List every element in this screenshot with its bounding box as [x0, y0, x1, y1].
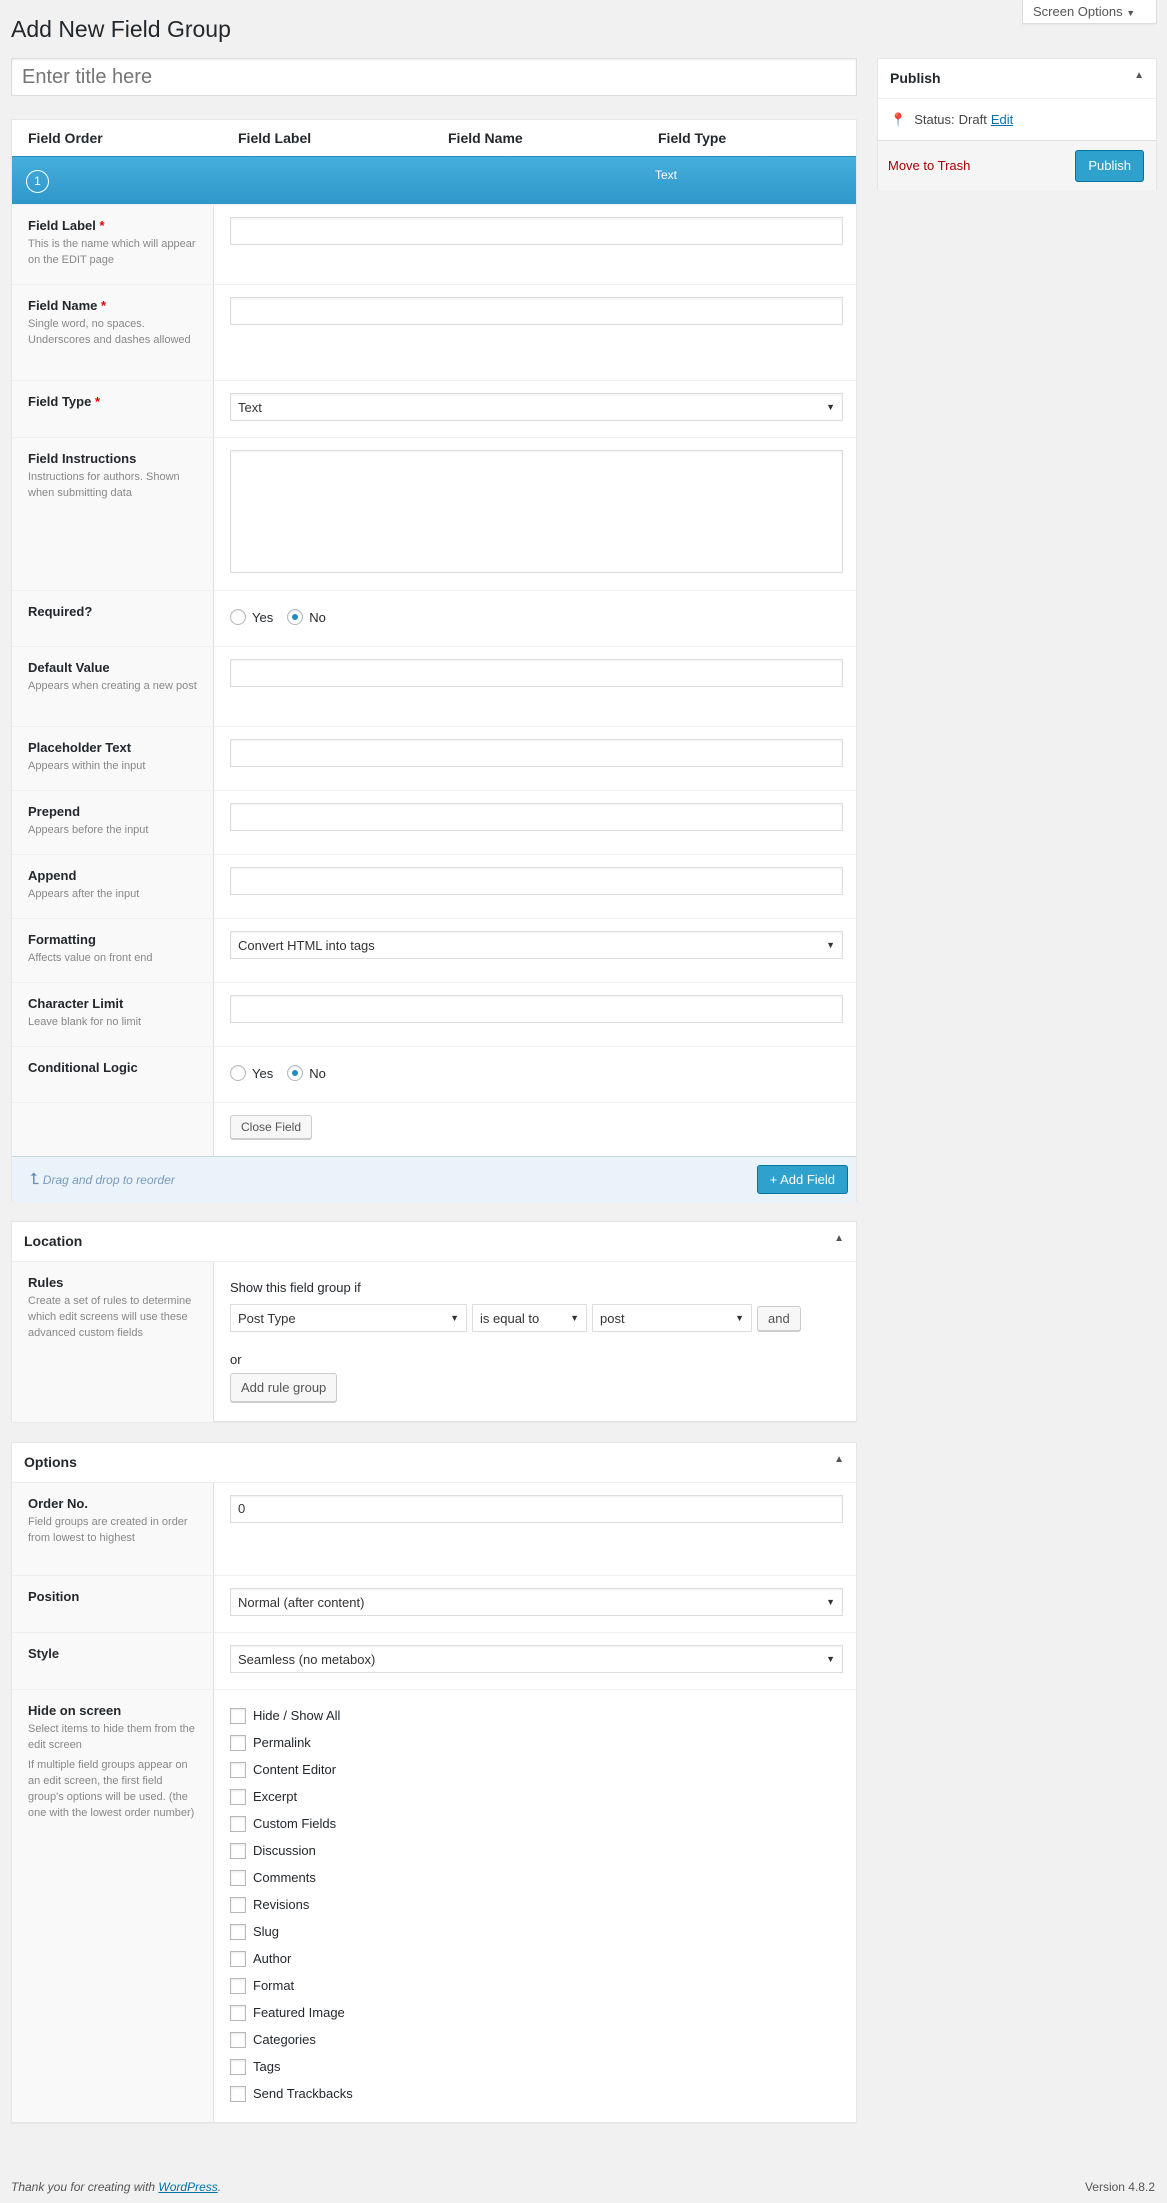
hide-checkbox-item[interactable]: Hide / Show All: [230, 1702, 842, 1729]
add-rule-group-button[interactable]: Add rule group: [230, 1373, 338, 1402]
hide-checkbox-item[interactable]: Revisions: [230, 1891, 842, 1918]
hide-checkbox-item[interactable]: Featured Image: [230, 1999, 842, 2026]
fields-table: Field Order Field Label Field Name Field…: [11, 119, 857, 1202]
order-number-input[interactable]: 0: [230, 1495, 843, 1523]
field-row-1[interactable]: 1 Text: [12, 156, 856, 204]
hide-checkbox-item[interactable]: Tags: [230, 2053, 842, 2080]
checkbox[interactable]: [230, 1842, 246, 1859]
chevron-down-icon: ▼: [826, 1597, 835, 1607]
rule-operator-select[interactable]: is equal to ▼: [472, 1304, 587, 1332]
hide-checkbox-item[interactable]: Excerpt: [230, 1783, 842, 1810]
options-box: Options ▲ Order No. Field groups are creat…: [11, 1442, 857, 2123]
hide-checkbox-item[interactable]: Format: [230, 1972, 842, 1999]
chevron-down-icon: ▼: [450, 1313, 459, 1323]
collapse-icon[interactable]: ▲: [834, 1233, 844, 1250]
chevron-down-icon: ▼: [826, 402, 835, 412]
title-input[interactable]: [11, 58, 857, 96]
checkbox[interactable]: [230, 1707, 246, 1724]
field-type-value: Text: [655, 168, 678, 182]
hide-checkbox-item[interactable]: Slug: [230, 1918, 842, 1945]
edit-status-link[interactable]: Edit: [991, 112, 1013, 127]
checkbox[interactable]: [230, 2085, 246, 2102]
checkbox[interactable]: [230, 1761, 246, 1778]
checkbox[interactable]: [230, 1950, 246, 1967]
hide-checkbox-item[interactable]: Custom Fields: [230, 1810, 842, 1837]
caret-down-icon: ▼: [1126, 8, 1136, 18]
publish-box: Publish ▲ 📍 Status: Draft Edit Move to Trash…: [877, 58, 1157, 190]
hide-checkbox-item[interactable]: Content Editor: [230, 1756, 842, 1783]
hide-checkbox-item[interactable]: Categories: [230, 2026, 842, 2053]
chevron-down-icon: ▼: [735, 1313, 744, 1323]
hide-checkbox-item[interactable]: Comments: [230, 1864, 842, 1891]
field-instructions-textarea[interactable]: [230, 450, 843, 573]
hide-checkbox-item[interactable]: Author: [230, 1945, 842, 1972]
hide-checkbox-item[interactable]: Discussion: [230, 1837, 842, 1864]
field-type-select[interactable]: Text ▼: [230, 393, 843, 421]
checkbox[interactable]: [230, 2031, 246, 2048]
rule-value-select[interactable]: post ▼: [592, 1304, 752, 1332]
publish-title: Publish: [890, 70, 941, 86]
default-value-input[interactable]: [230, 659, 843, 687]
field-order-badge: 1: [26, 170, 49, 193]
checkbox[interactable]: [230, 1815, 246, 1832]
rule-param-select[interactable]: Post Type ▼: [230, 1304, 467, 1332]
required-yes-radio[interactable]: Yes: [230, 609, 273, 625]
field-label-input[interactable]: [230, 217, 843, 245]
drag-arrow-icon: ⮤: [30, 1170, 40, 1188]
hide-checkbox-item[interactable]: Send Trackbacks: [230, 2080, 842, 2107]
close-field-button[interactable]: Close Field: [230, 1115, 313, 1139]
chevron-down-icon: ▼: [570, 1313, 579, 1323]
header-field-type: Field Type: [658, 130, 727, 146]
and-button[interactable]: and: [757, 1305, 801, 1331]
checkbox[interactable]: [230, 1923, 246, 1940]
chevron-down-icon: ▼: [826, 1654, 835, 1664]
field-name-input[interactable]: [230, 297, 843, 325]
page-title: Add New Field Group: [11, 16, 231, 42]
checkbox[interactable]: [230, 2058, 246, 2075]
header-field-name: Field Name: [448, 130, 523, 146]
prepend-input[interactable]: [230, 803, 843, 831]
checkbox[interactable]: [230, 1977, 246, 1994]
header-field-order: Field Order: [28, 130, 103, 146]
location-box: Location ▲ Rules Create a set of rules to …: [11, 1221, 857, 1422]
header-field-label: Field Label: [238, 130, 312, 146]
version: Version 4.8.2: [1084, 2180, 1155, 2194]
screen-options-button[interactable]: Screen Options ▼: [1022, 0, 1157, 24]
conditional-yes-radio[interactable]: Yes: [230, 1065, 273, 1081]
checkbox[interactable]: [230, 2004, 246, 2021]
move-to-trash-link[interactable]: Move to Trash: [888, 158, 970, 173]
checkbox[interactable]: [230, 1869, 246, 1886]
collapse-icon[interactable]: ▲: [1134, 70, 1144, 87]
placeholder-input[interactable]: [230, 739, 843, 767]
chevron-down-icon: ▼: [826, 940, 835, 950]
add-field-button[interactable]: + Add Field: [756, 1165, 848, 1194]
wordpress-link[interactable]: WordPress: [158, 2180, 217, 2194]
conditional-no-radio[interactable]: No: [287, 1065, 326, 1081]
checkbox[interactable]: [230, 1896, 246, 1913]
formatting-select[interactable]: Convert HTML into tags ▼: [230, 931, 843, 959]
checkbox[interactable]: [230, 1788, 246, 1805]
append-input[interactable]: [230, 867, 843, 895]
style-select[interactable]: Seamless (no metabox) ▼: [230, 1645, 843, 1673]
pin-icon: 📍: [890, 111, 907, 127]
publish-button[interactable]: Publish: [1075, 149, 1144, 182]
collapse-icon[interactable]: ▲: [834, 1454, 844, 1471]
character-limit-input[interactable]: [230, 995, 843, 1023]
hide-checkbox-item[interactable]: Permalink: [230, 1729, 842, 1756]
checkbox[interactable]: [230, 1734, 246, 1751]
required-no-radio[interactable]: No: [287, 609, 326, 625]
position-select[interactable]: Normal (after content) ▼: [230, 1588, 843, 1616]
